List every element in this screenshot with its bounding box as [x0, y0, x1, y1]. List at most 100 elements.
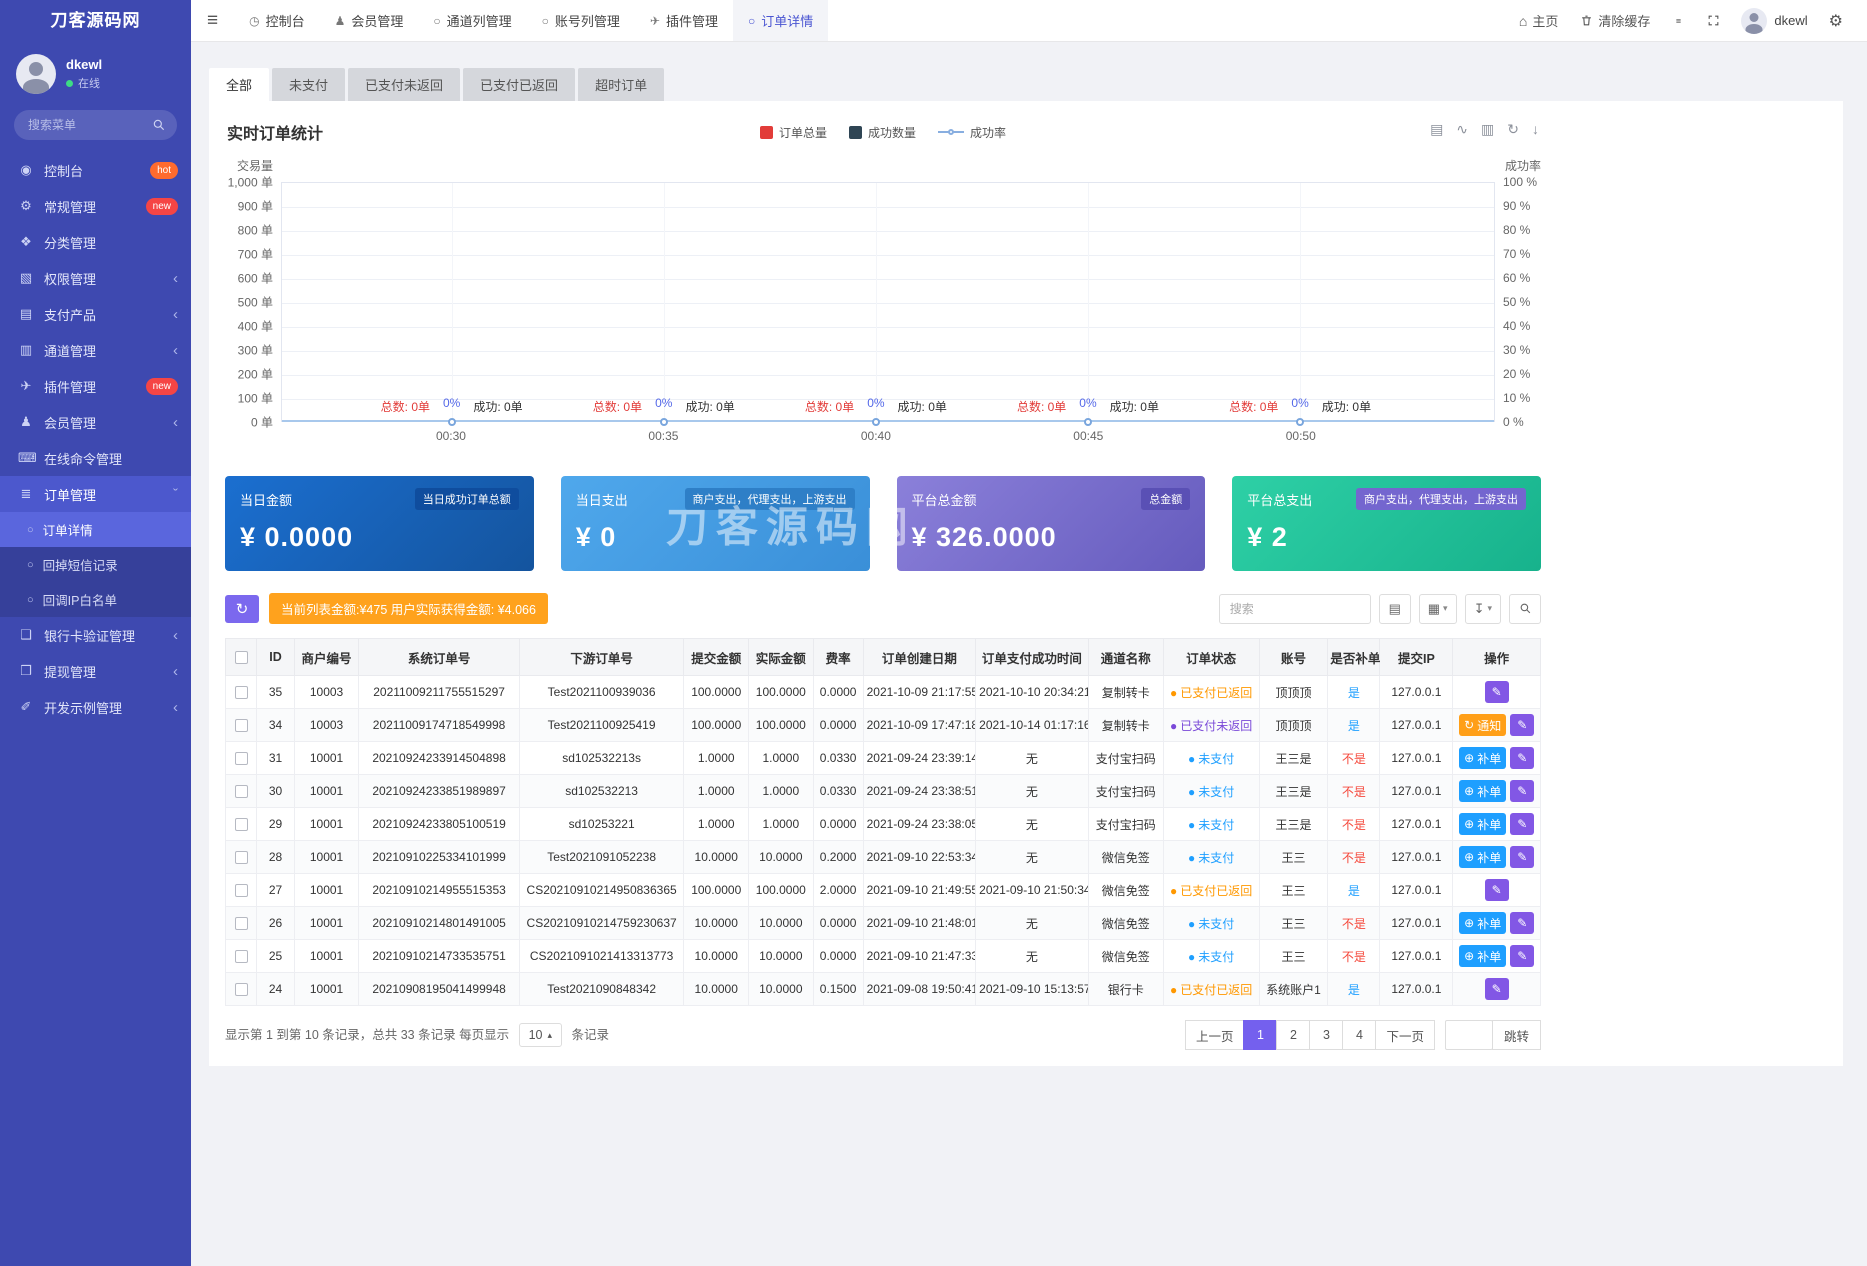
page-button-3[interactable]: 3 [1309, 1020, 1343, 1050]
prev-page-button[interactable]: 上一页 [1185, 1020, 1245, 1050]
line-chart-icon[interactable]: ∿ [1456, 122, 1468, 136]
sidebar-item-console[interactable]: ◉控制台hot [0, 152, 191, 188]
table-toolbar-right: ▤ ▦▾ ↧▾ [1219, 594, 1541, 624]
language-icon[interactable] [1662, 0, 1695, 42]
page-button-4[interactable]: 4 [1342, 1020, 1376, 1050]
edit-button[interactable]: ✎ [1510, 747, 1534, 769]
page-button-1[interactable]: 1 [1243, 1020, 1277, 1050]
user-menu[interactable]: dkewl [1732, 8, 1816, 34]
cell-reissue: 不是 [1328, 775, 1380, 808]
row-checkbox[interactable] [235, 752, 248, 765]
edit-button[interactable]: ✎ [1485, 681, 1509, 703]
row-checkbox[interactable] [235, 818, 248, 831]
jump-page-input[interactable] [1445, 1020, 1493, 1050]
row-checkbox[interactable] [235, 983, 248, 996]
download-icon[interactable]: ↓ [1532, 122, 1539, 136]
columns-button[interactable]: ▦▾ [1419, 594, 1457, 624]
sidebar-item-category[interactable]: ❖分类管理 [0, 224, 191, 260]
jump-button[interactable]: 跳转 [1492, 1020, 1541, 1050]
row-checkbox[interactable] [235, 686, 248, 699]
sidebar-item-callback-ip[interactable]: ○回调IP白名单 [0, 582, 191, 617]
settings-icon[interactable]: ⚙ [1819, 0, 1853, 42]
filter-tab-paid-unreturned[interactable]: 已支付未返回 [348, 68, 460, 101]
edit-button[interactable]: ✎ [1510, 813, 1534, 835]
filter-tab-timeout[interactable]: 超时订单 [578, 68, 664, 101]
sidebar-item-pay-product[interactable]: ▤支付产品‹ [0, 296, 191, 332]
edit-button[interactable]: ✎ [1510, 780, 1534, 802]
sidebar-item-online-command[interactable]: ⌨在线命令管理 [0, 440, 191, 476]
column-header: 订单创建日期 [863, 639, 976, 676]
legend-item-1[interactable]: 成功数量 [849, 124, 916, 141]
cell-reissue: 是 [1328, 676, 1380, 709]
sidebar-item-callback-sms[interactable]: ○回掉短信记录 [0, 547, 191, 582]
restore-icon[interactable]: ↻ [1507, 122, 1519, 136]
search-button[interactable] [1509, 594, 1541, 624]
row-checkbox[interactable] [235, 785, 248, 798]
select-all-checkbox[interactable] [235, 651, 248, 664]
edit-button[interactable]: ✎ [1510, 945, 1534, 967]
row-checkbox[interactable] [235, 719, 248, 732]
clear-cache-link[interactable]: 清除缓存 [1570, 0, 1660, 42]
edit-button[interactable]: ✎ [1510, 846, 1534, 868]
cell-down_order: Test2021100939036 [519, 676, 684, 709]
search-icon[interactable] [152, 118, 166, 132]
row-checkbox[interactable] [235, 884, 248, 897]
edit-button[interactable]: ✎ [1510, 912, 1534, 934]
reissue-button[interactable]: ⊕补单 [1459, 780, 1506, 802]
topnav-item-plugin[interactable]: ✈插件管理 [635, 0, 733, 41]
reissue-button[interactable]: ⊕补单 [1459, 813, 1506, 835]
filter-tab-all[interactable]: 全部 [209, 68, 269, 101]
page-size-select[interactable]: 10 ▴ [519, 1023, 562, 1047]
reissue-button[interactable]: ⊕补单 [1459, 846, 1506, 868]
home-link[interactable]: ⌂ 主页 [1509, 0, 1568, 42]
sidebar-item-withdraw[interactable]: ❒提现管理‹ [0, 653, 191, 689]
menu-toggle-icon[interactable]: ≡ [191, 10, 234, 32]
topnav-item-channel-list[interactable]: ○通道列管理 [418, 0, 526, 41]
row-checkbox[interactable] [235, 950, 248, 963]
row-checkbox[interactable] [235, 851, 248, 864]
reissue-button[interactable]: ⊕补单 [1459, 945, 1506, 967]
refresh-button[interactable]: ↻ [225, 595, 259, 623]
topnav-item-console[interactable]: ◷控制台 [234, 0, 320, 41]
sidebar-item-member[interactable]: ♟会员管理‹ [0, 404, 191, 440]
plus-circle-icon: ⊕ [1464, 949, 1474, 963]
fullscreen-icon[interactable] [1697, 0, 1730, 42]
row-checkbox[interactable] [235, 917, 248, 930]
filter-tab-paid-returned[interactable]: 已支付已返回 [463, 68, 575, 101]
table-search-input[interactable] [1219, 594, 1371, 624]
legend-item-0[interactable]: 订单总量 [760, 124, 827, 141]
stat-card-platform-amount: 平台总金额总金额¥ 326.0000 [897, 476, 1206, 571]
bar-chart-icon[interactable]: ▥ [1481, 122, 1494, 136]
sidebar-item-bankcard-verify[interactable]: ❑银行卡验证管理‹ [0, 617, 191, 653]
stat-card-today-amount: 当日金额当日成功订单总额¥ 0.0000 [225, 476, 534, 571]
sidebar-item-general[interactable]: ⚙常规管理new [0, 188, 191, 224]
topnav-item-account-list[interactable]: ○账号列管理 [527, 0, 635, 41]
sidebar-item-plugin[interactable]: ✈插件管理new [0, 368, 191, 404]
filter-tab-unpaid[interactable]: 未支付 [272, 68, 345, 101]
topnav-item-member[interactable]: ♟会员管理 [320, 0, 419, 41]
reissue-button[interactable]: ⊕补单 [1459, 912, 1506, 934]
topnav-item-order-detail[interactable]: ○订单详情 [733, 0, 828, 41]
sidebar-item-permission[interactable]: ▧权限管理‹ [0, 260, 191, 296]
notify-button[interactable]: ↻通知 [1459, 714, 1506, 736]
sidebar-item-order-detail[interactable]: ○订单详情 [0, 512, 191, 547]
reissue-button[interactable]: ⊕补单 [1459, 747, 1506, 769]
bankcard-verify-icon: ❑ [18, 627, 34, 643]
sidebar-user-block: dkewl 在线 [0, 42, 191, 102]
reissue-button-label: 补单 [1477, 816, 1501, 833]
edit-button[interactable]: ✎ [1485, 978, 1509, 1000]
point-stats: 总数: 0单0%成功: 0单 [1229, 396, 1371, 415]
edit-button[interactable]: ✎ [1510, 714, 1534, 736]
export-button[interactable]: ↧▾ [1465, 594, 1501, 624]
sidebar-item-channel[interactable]: ▥通道管理‹ [0, 332, 191, 368]
sidebar-item-dev-example[interactable]: ✐开发示例管理‹ [0, 689, 191, 725]
user-avatar[interactable] [16, 54, 56, 94]
next-page-button[interactable]: 下一页 [1375, 1020, 1435, 1050]
gridline [282, 375, 1494, 376]
edit-button[interactable]: ✎ [1485, 879, 1509, 901]
view-toggle-button[interactable]: ▤ [1379, 594, 1411, 624]
sidebar-item-order[interactable]: ≣订单管理ˇ [0, 476, 191, 512]
data-view-icon[interactable]: ▤ [1430, 122, 1443, 136]
page-button-2[interactable]: 2 [1276, 1020, 1310, 1050]
legend-item-2[interactable]: 成功率 [938, 124, 1006, 141]
